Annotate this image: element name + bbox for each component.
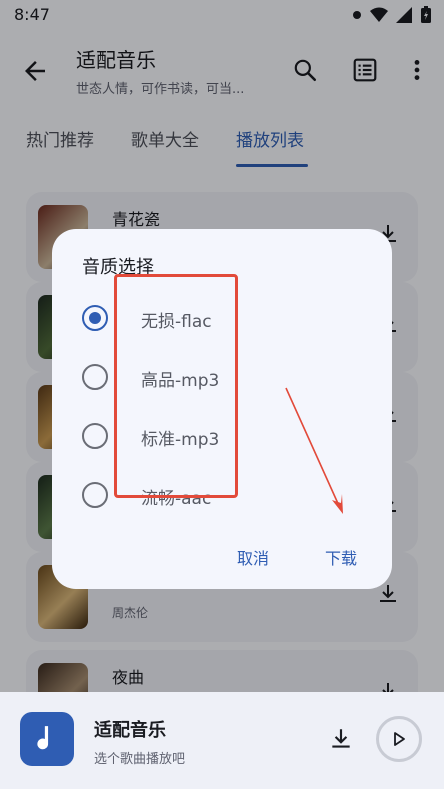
app-screen: 8:47 适配音乐 世态人情，可作书读，可当... 热门推荐 歌单大全 播放列表 xyxy=(0,0,444,789)
download-button[interactable]: 下载 xyxy=(325,545,357,569)
music-note-icon xyxy=(37,726,49,750)
player-download-icon[interactable] xyxy=(328,726,354,752)
play-button[interactable] xyxy=(376,716,422,762)
player-subtitle: 选个歌曲播放吧 xyxy=(94,752,186,767)
player-title: 适配音乐 xyxy=(94,720,166,741)
mini-player[interactable]: 适配音乐 选个歌曲播放吧 xyxy=(0,692,444,789)
annotation-highlight-box xyxy=(114,274,238,498)
radio-button[interactable] xyxy=(82,482,108,508)
player-artwork xyxy=(20,712,74,766)
play-icon xyxy=(394,732,405,746)
radio-button[interactable] xyxy=(82,364,108,390)
radio-button-checked[interactable] xyxy=(82,305,108,331)
cancel-button[interactable]: 取消 xyxy=(237,545,269,569)
radio-button[interactable] xyxy=(82,423,108,449)
